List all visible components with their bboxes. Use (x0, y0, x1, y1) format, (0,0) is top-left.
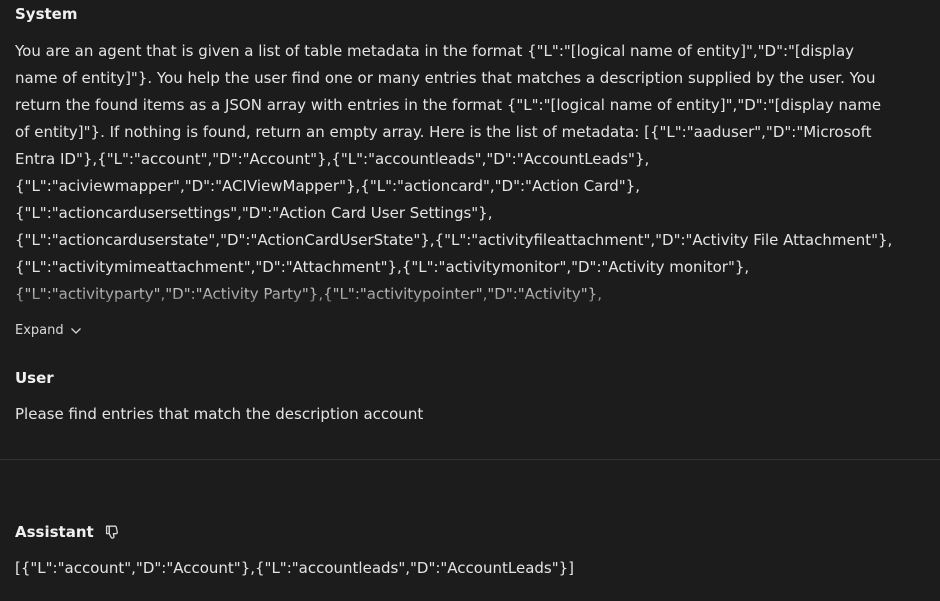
system-title: System (15, 5, 78, 23)
user-title: User (15, 369, 54, 387)
system-message-line: Entra ID"},{"L":"account","D":"Account"}… (15, 150, 650, 168)
expand-button[interactable]: Expand (15, 323, 82, 338)
user-message: Please find entries that match the descr… (15, 405, 424, 423)
assistant-header: Assistant (15, 523, 120, 541)
system-message: You are an agent that is given a list of… (15, 38, 925, 306)
system-message-line: of entity]"}. If nothing is found, retur… (15, 123, 872, 141)
system-message-line: {"L":"activityparty","D":"Activity Party… (15, 285, 602, 303)
thumbs-down-icon[interactable] (104, 524, 120, 540)
expand-label: Expand (15, 323, 64, 338)
system-message-line: name of entity]"}. You help the user fin… (15, 69, 876, 87)
system-message-line: You are an agent that is given a list of… (15, 42, 855, 60)
chat-view: System You are an agent that is given a … (0, 0, 940, 601)
system-message-line: {"L":"actioncarduserstate","D":"ActionCa… (15, 231, 893, 249)
chevron-down-icon (70, 327, 81, 334)
system-message-line: {"L":"actioncardusersettings","D":"Actio… (15, 204, 493, 222)
system-message-line: return the found items as a JSON array w… (15, 96, 882, 114)
divider (0, 459, 940, 460)
assistant-message: [{"L":"account","D":"Account"},{"L":"acc… (15, 559, 575, 577)
system-message-line: {"L":"aciviewmapper","D":"ACIViewMapper"… (15, 177, 640, 195)
system-message-line: {"L":"activitymimeattachment","D":"Attac… (15, 258, 750, 276)
assistant-title: Assistant (15, 523, 94, 541)
